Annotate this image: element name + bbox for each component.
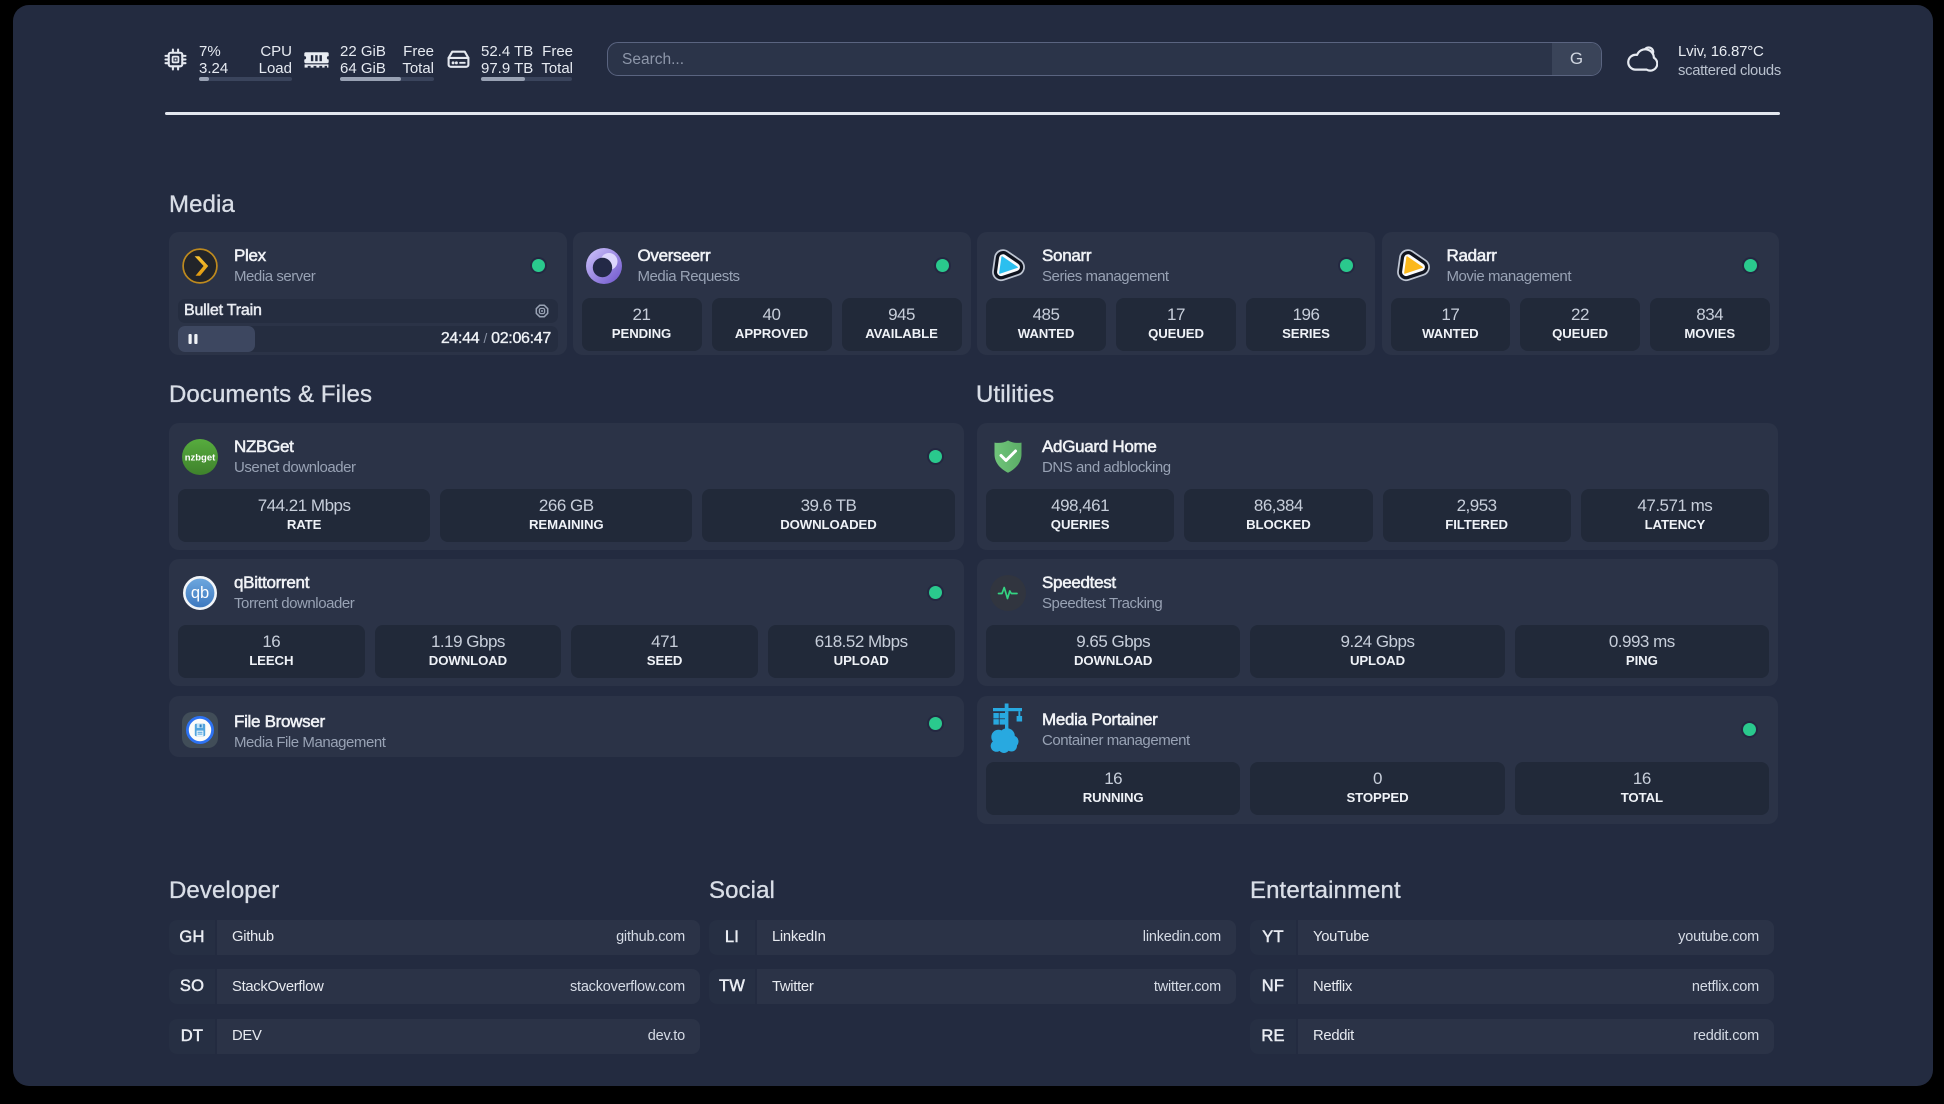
svg-text:nzbget: nzbget: [185, 452, 216, 463]
svg-text:qb: qb: [191, 584, 209, 602]
